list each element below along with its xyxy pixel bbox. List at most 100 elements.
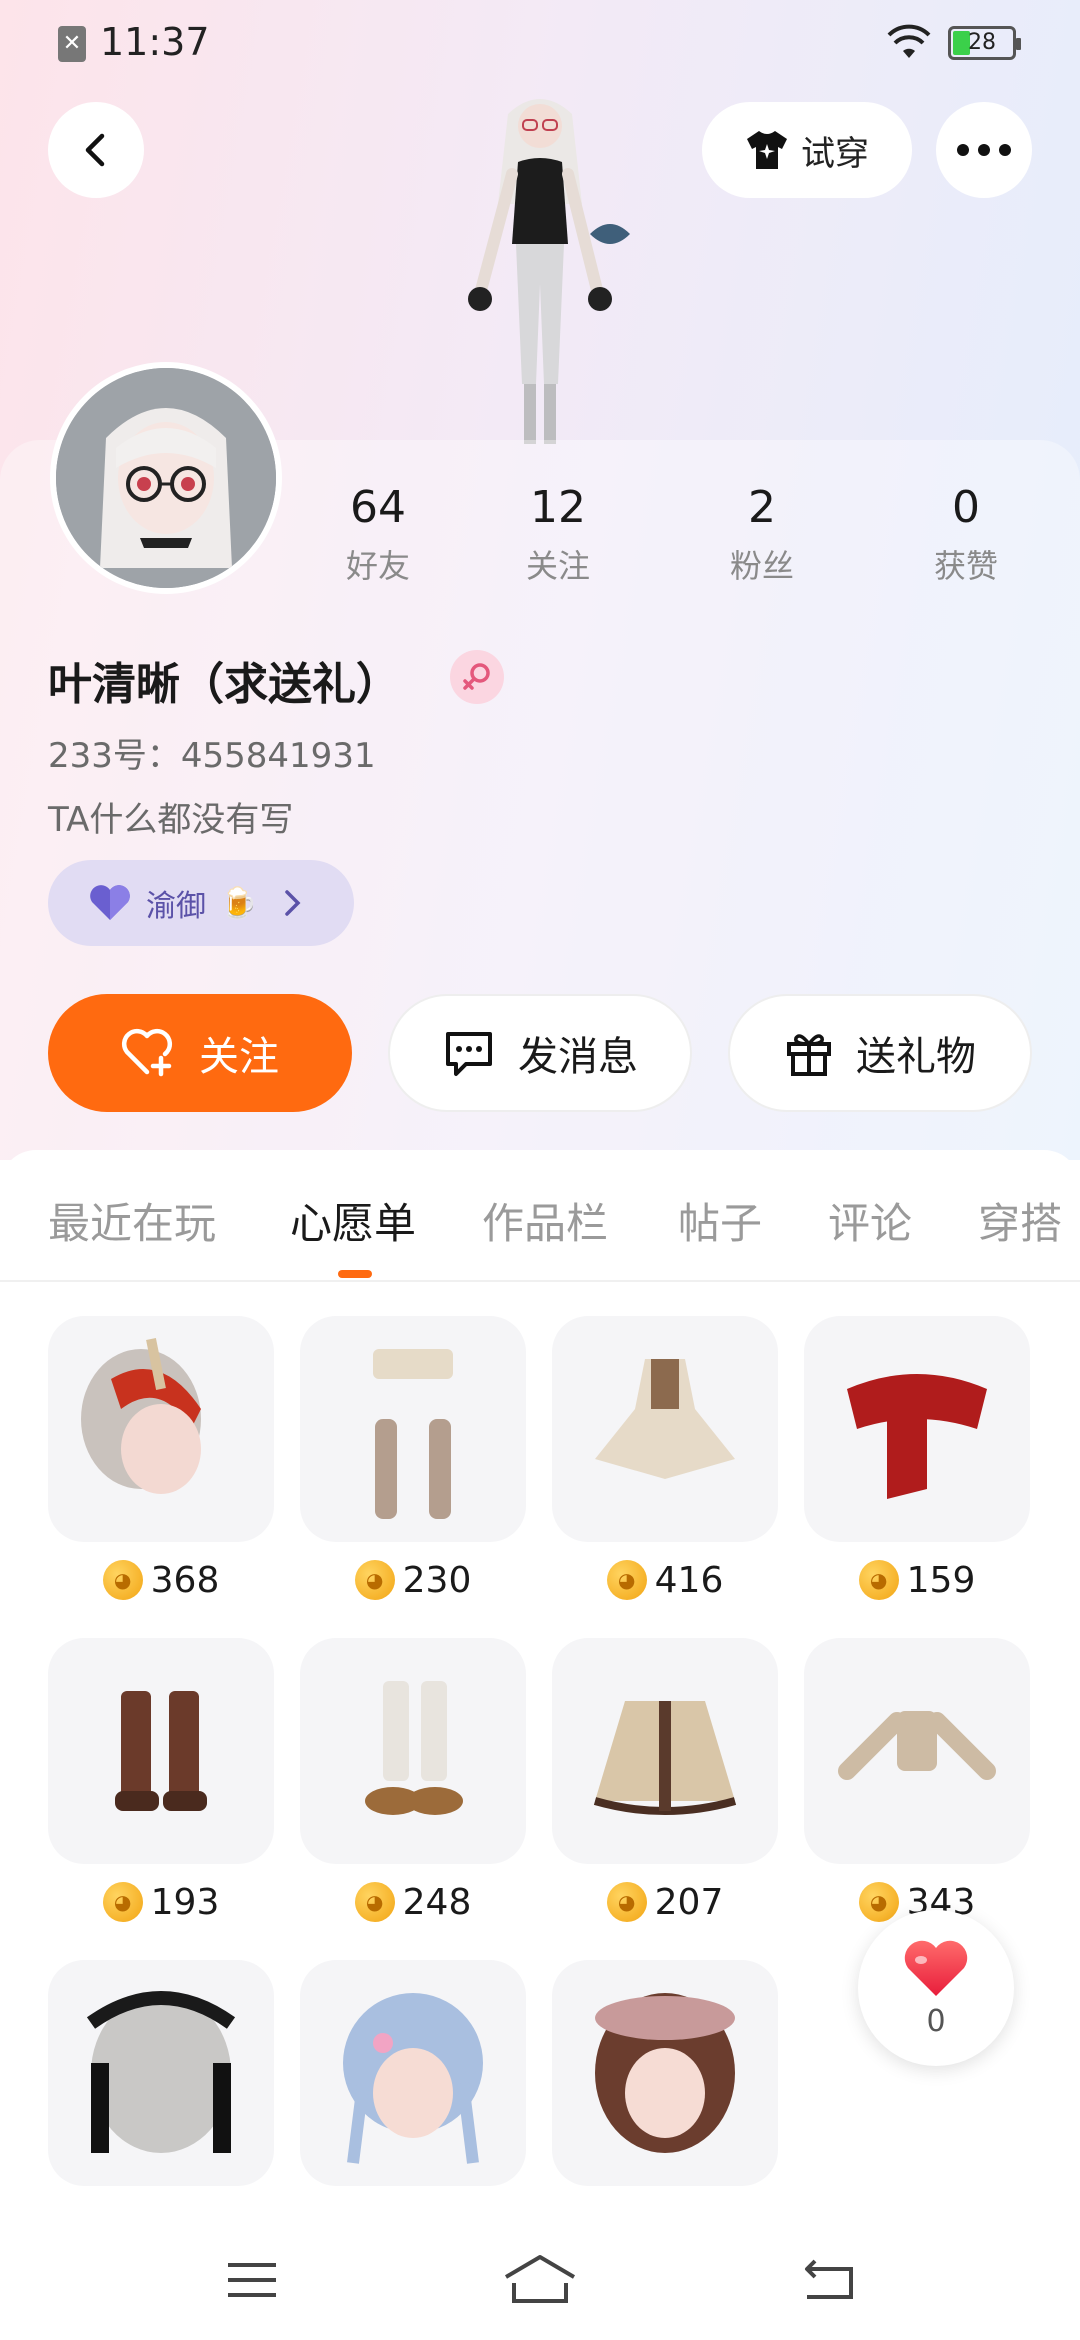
more-button[interactable] (936, 102, 1032, 198)
stat-fans[interactable]: 2 粉丝 (682, 482, 842, 587)
try-on-button[interactable]: 试穿 (702, 102, 912, 198)
back-arrow-icon (85, 133, 105, 167)
tab-outfits[interactable]: 穿搭 (978, 1190, 1062, 1251)
tag-emoji: 🍺 (220, 885, 258, 921)
wishlist-item[interactable] (48, 1960, 274, 2186)
active-tab-indicator (338, 1270, 372, 1278)
heart-plus-icon (121, 1028, 173, 1077)
female-gender-icon (450, 650, 504, 704)
status-time: 11:37 (100, 20, 210, 64)
avatar-portrait (56, 368, 276, 588)
like-button[interactable]: 0 (858, 1910, 1014, 2066)
wishlist-item-image (552, 1316, 778, 1542)
shirt-icon (747, 131, 787, 169)
notification-icon: ✕ (58, 26, 86, 62)
wishlist-item[interactable] (300, 1960, 526, 2186)
price-value: 416 (654, 1559, 724, 1601)
wishlist-item[interactable]: ◕ 230 (300, 1316, 526, 1604)
avatar-image (56, 368, 276, 588)
price-value: 193 (150, 1881, 220, 1923)
scarf-icon (847, 1374, 987, 1499)
coin-icon: ◕ (354, 1560, 395, 1600)
wishlist-item-price: ◕ 230 (300, 1556, 526, 1604)
character-model (468, 99, 630, 444)
coin-icon: ◕ (102, 1560, 143, 1600)
coin-icon: ◕ (102, 1882, 143, 1922)
red-heart-icon (904, 1940, 968, 1996)
maid-hair-icon (86, 1991, 236, 2153)
stat-label: 粉丝 (729, 547, 794, 585)
profile-tabs: 最近在玩 心愿单 作品栏 帖子 评论 穿搭 (0, 1150, 1080, 1282)
heart-icon (90, 885, 130, 920)
wishlist-item[interactable]: ◕ 343 (804, 1638, 1030, 1926)
stat-value: 64 (350, 482, 406, 533)
back-button[interactable] (48, 102, 144, 198)
status-bar: ✕ 11:37 28 (0, 0, 1080, 84)
coin-icon: ◕ (858, 1560, 899, 1600)
menu-button[interactable] (212, 2250, 292, 2310)
wishlist-item-price: ◕ 368 (48, 1556, 274, 1604)
like-count: 0 (926, 2003, 946, 2039)
price-value: 248 (402, 1881, 472, 1923)
wishlist-item-image (48, 1638, 274, 1864)
follow-label: 关注 (199, 1034, 279, 1080)
avatar[interactable] (50, 362, 282, 594)
wishlist-item-price: ◕ 248 (300, 1878, 526, 1926)
system-nav-bar (0, 2220, 1080, 2340)
gift-icon (787, 1034, 831, 1076)
wishlist-item[interactable]: ◕ 416 (552, 1316, 778, 1604)
follow-button[interactable]: 关注 (48, 994, 352, 1112)
stat-label: 获赞 (933, 547, 998, 585)
battery-level: 28 (968, 30, 996, 55)
chat-bubble-icon (446, 1032, 492, 1076)
user-id: 233号：455841931 (48, 736, 376, 776)
message-button[interactable]: 发消息 (388, 994, 692, 1112)
battery-icon: 28 (948, 26, 1021, 60)
return-icon (805, 2259, 853, 2299)
wishlist-item-price: ◕ 207 (552, 1878, 778, 1926)
wishlist-item[interactable]: ◕ 159 (804, 1316, 1030, 1604)
stat-likes[interactable]: 0 获赞 (886, 482, 1046, 587)
price-value: 368 (150, 1559, 220, 1601)
stat-following[interactable]: 12 关注 (478, 482, 638, 587)
back-nav-button[interactable] (788, 2250, 868, 2310)
venus-symbol-icon (463, 663, 490, 690)
tab-wishlist[interactable]: 心愿单 (290, 1190, 416, 1251)
stat-value: 0 (952, 482, 980, 533)
tab-comments[interactable]: 评论 (828, 1190, 912, 1251)
coin-icon: ◕ (606, 1560, 647, 1600)
stat-label: 关注 (525, 547, 590, 585)
wishlist-item-price: ◕ 159 (804, 1556, 1030, 1604)
tab-works[interactable]: 作品栏 (482, 1190, 608, 1251)
wishlist-item[interactable]: ◕ 248 (300, 1638, 526, 1926)
menu-icon (228, 2263, 276, 2297)
message-label: 发消息 (518, 1034, 638, 1080)
wishlist-item-image (48, 1316, 274, 1542)
wishlist-item-image (552, 1638, 778, 1864)
price-value: 230 (402, 1559, 472, 1601)
tab-posts[interactable]: 帖子 (678, 1190, 762, 1251)
wishlist-item[interactable] (552, 1960, 778, 2186)
wishlist-item[interactable]: ◕ 207 (552, 1638, 778, 1926)
stat-label: 好友 (345, 547, 410, 585)
coin-icon: ◕ (606, 1882, 647, 1922)
tab-recently-played[interactable]: 最近在玩 (48, 1190, 216, 1251)
username: 叶清晰（求送礼） (48, 659, 400, 710)
home-button[interactable] (500, 2250, 580, 2310)
wishlist-item-image (804, 1316, 1030, 1542)
wishlist-item[interactable]: ◕ 193 (48, 1638, 274, 1926)
skirt-icon (593, 1701, 737, 1815)
tag-label: 渝御 (146, 889, 206, 924)
coin-icon: ◕ (858, 1882, 899, 1922)
price-value: 159 (906, 1559, 976, 1601)
shoes-icon (365, 1681, 463, 1815)
stat-friends[interactable]: 64 好友 (298, 482, 458, 587)
blue-hair-icon (343, 1993, 483, 2164)
send-gift-button[interactable]: 送礼物 (728, 994, 1032, 1112)
relationship-tag[interactable]: 渝御 🍺 (48, 860, 354, 946)
wishlist-item-image (552, 1960, 778, 2186)
wishlist-item[interactable]: ◕ 368 (48, 1316, 274, 1604)
beret-hair-icon (595, 1993, 735, 2153)
more-icon (957, 144, 1011, 156)
wishlist-item-image (300, 1638, 526, 1864)
